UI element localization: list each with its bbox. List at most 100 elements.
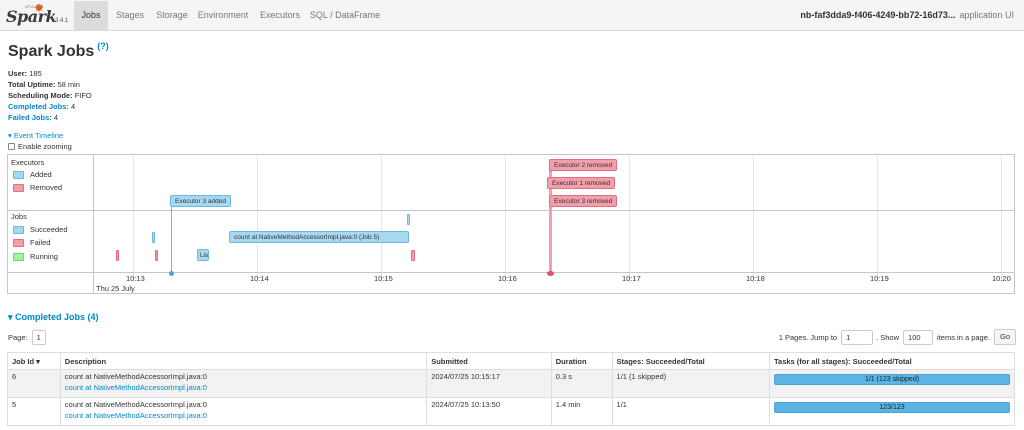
job-bar-failed[interactable]: [411, 250, 415, 261]
event-timeline[interactable]: Executors Added Removed Jobs Succeeded F…: [7, 154, 1015, 294]
spark-logo[interactable]: APACHE ✸ Spark 3.4.1: [6, 2, 70, 28]
cell-submitted: 2024/07/25 10:13:50: [426, 397, 552, 426]
executor-removed-marker-dot: [547, 271, 554, 276]
page-title-text: Spark Jobs: [8, 43, 95, 60]
description-text: count at NativeMethodAccessorImpl.java:0: [64, 400, 207, 409]
job-detail-link[interactable]: count at NativeMethodAccessorImpl.java:0: [65, 383, 422, 392]
axis-tick-label: 10:13: [126, 274, 145, 283]
cell-tasks: 1/1 (123 skipped): [769, 369, 1015, 398]
grid-line: [133, 155, 134, 283]
tab-storage[interactable]: Storage: [151, 1, 193, 30]
col-duration[interactable]: Duration: [550, 352, 613, 370]
app-name: nb-faf3dda9-f406-4249-bb72-16d73...: [800, 10, 956, 20]
tab-stages[interactable]: Stages: [110, 1, 150, 30]
axis-date-label: Thu 25 July: [96, 284, 135, 293]
job-bar-succeeded[interactable]: [407, 214, 410, 225]
job-summary: User: 185 Total Uptime: 58 min Schedulin…: [8, 68, 208, 123]
tab-executors[interactable]: Executors: [254, 1, 306, 30]
pagination-left: Page: 1: [8, 330, 46, 345]
top-navbar: APACHE ✸ Spark 3.4.1 Jobs Stages Storage…: [0, 0, 1024, 31]
cell-job-id: 6: [7, 369, 61, 398]
jump-to-page-input[interactable]: 1: [841, 329, 874, 345]
legend-succeeded: Succeeded: [13, 225, 68, 234]
timeline-group-divider: [8, 210, 1014, 211]
col-stages[interactable]: Stages: Succeeded/Total: [611, 352, 771, 370]
legend-failed: Failed: [13, 238, 50, 247]
grid-line: [505, 155, 506, 283]
completed-jobs-link[interactable]: Completed Jobs:: [8, 102, 69, 111]
col-description[interactable]: Description: [59, 352, 428, 370]
summary-completed-jobs: Completed Jobs: 4: [8, 102, 76, 111]
grid-line: [753, 155, 754, 283]
event-timeline-toggle[interactable]: ▾ Event Timeline: [8, 131, 63, 140]
grid-line: [1001, 155, 1002, 283]
event-executor-3-added[interactable]: Executor 3 added: [170, 195, 231, 207]
grid-line: [629, 155, 630, 283]
go-button[interactable]: Go: [993, 329, 1016, 345]
job-bar-failed[interactable]: [155, 250, 158, 261]
cell-job-id: 5: [7, 397, 61, 426]
spark-version: 3.4.1: [55, 18, 69, 24]
pagination-right: 1 Pages. Jump to 1 . Show 100 items in a…: [779, 329, 1016, 345]
grid-line: [381, 155, 382, 283]
col-job-id[interactable]: Job Id ▾: [7, 352, 61, 370]
event-executor-3-removed[interactable]: Executor 3 removed: [549, 195, 618, 207]
tab-jobs[interactable]: Jobs: [74, 1, 108, 30]
cell-stages: 1/1: [611, 397, 771, 426]
job-bar-job-5[interactable]: count at NativeMethodAccessorImpl.java:0…: [229, 231, 409, 243]
summary-uptime: Total Uptime: 58 min: [8, 80, 80, 89]
event-executor-2-removed[interactable]: Executor 2 removed: [549, 159, 618, 171]
tab-sql-dataframe[interactable]: SQL / DataFrame: [309, 1, 381, 30]
caret-down-icon: ▾: [8, 312, 13, 322]
page-size-input[interactable]: 100: [903, 329, 934, 345]
page-number-link[interactable]: 1: [31, 330, 46, 345]
pages-text: 1 Pages. Jump to: [778, 332, 838, 342]
cell-submitted: 2024/07/25 10:15:17: [426, 369, 552, 398]
grid-line: [877, 155, 878, 283]
summary-failed-jobs: Failed Jobs: 4: [8, 113, 59, 122]
app-suffix: application UI: [959, 10, 1014, 20]
help-tooltip-icon[interactable]: (?): [97, 41, 109, 51]
job-detail-link[interactable]: count at NativeMethodAccessorImpl.java:0: [65, 411, 422, 420]
executors-group-title: Executors: [11, 158, 45, 167]
axis-tick-label: 10:16: [498, 274, 517, 283]
col-tasks[interactable]: Tasks (for all stages): Succeeded/Total: [769, 352, 1015, 370]
job-bar-failed[interactable]: [116, 250, 119, 261]
enable-zooming-checkbox[interactable]: [8, 143, 15, 150]
axis-tick-label: 10:14: [250, 274, 269, 283]
completed-jobs-table: Job Id ▾ Description Submitted Duration …: [7, 352, 1015, 426]
executor-added-marker-dot: [169, 271, 174, 276]
app-title: nb-faf3dda9-f406-4249-bb72-16d73... appli…: [800, 0, 1014, 31]
legend-swatch-removed: [13, 183, 24, 192]
col-submitted[interactable]: Submitted: [426, 352, 552, 370]
grid-line: [257, 155, 258, 283]
legend-running: Running: [13, 252, 58, 261]
caret-down-icon: ▾: [8, 131, 12, 140]
timeline-axis-divider: [8, 272, 1014, 273]
legend-swatch-failed: [13, 238, 24, 247]
axis-tick-label: 10:17: [622, 274, 641, 283]
brand-name: Spark: [6, 7, 57, 26]
cell-duration: 1.4 min: [550, 397, 613, 426]
table-row: 6 count at NativeMethodAccessorImpl.java…: [7, 369, 1015, 398]
job-bar-succeeded[interactable]: [152, 232, 155, 243]
summary-user: User: 185: [8, 69, 42, 78]
completed-jobs-toggle[interactable]: ▾ Completed Jobs (4): [8, 312, 99, 323]
jobs-group-title: Jobs: [11, 212, 27, 221]
legend-removed: Removed: [13, 183, 62, 192]
summary-scheduling-mode: Scheduling Mode: FIFO: [8, 91, 92, 100]
description-text: count at NativeMethodAccessorImpl.java:0: [64, 372, 207, 381]
failed-jobs-link[interactable]: Failed Jobs:: [8, 113, 52, 122]
event-executor-1-removed[interactable]: Executor 1 removed: [547, 177, 616, 189]
legend-swatch-running: [13, 252, 24, 261]
executor-added-marker-line: [171, 207, 172, 273]
axis-tick-label: 10:15: [374, 274, 393, 283]
tab-environment[interactable]: Environment: [195, 1, 251, 30]
items-text: items in a page.: [937, 332, 990, 342]
table-row: 5 count at NativeMethodAccessorImpl.java…: [7, 397, 1015, 426]
legend-swatch-succeeded: [13, 225, 24, 234]
tasks-progress-bar: 123/123: [774, 402, 1010, 413]
job-bar-lis[interactable]: Lis: [197, 249, 209, 261]
tasks-progress-bar: 1/1 (123 skipped): [774, 374, 1010, 385]
page-label: Page:: [8, 333, 28, 342]
